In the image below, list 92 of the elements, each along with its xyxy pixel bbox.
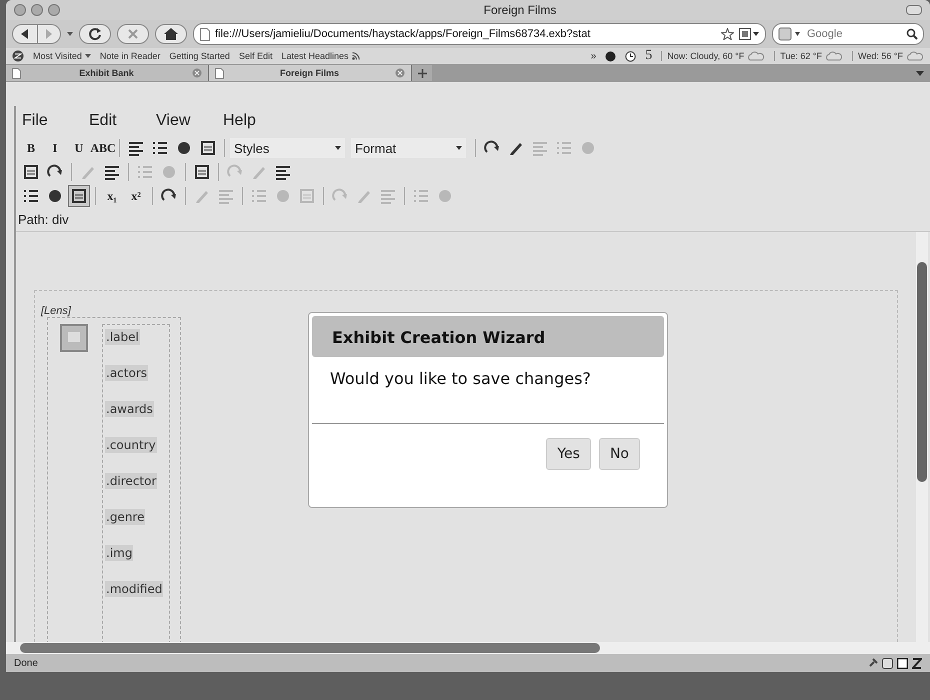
- window-control-button[interactable]: [14, 4, 26, 16]
- cloud-icon: [825, 51, 844, 61]
- feed-box-icon[interactable]: [739, 28, 759, 40]
- window-control-button[interactable]: [48, 4, 60, 16]
- dialog-button[interactable]: Yes: [546, 438, 591, 470]
- plus-icon[interactable]: [418, 68, 426, 78]
- page-icon: [12, 68, 21, 78]
- format-button[interactable]: x₁: [101, 185, 123, 207]
- bookmark-link[interactable]: Note in Reader: [100, 51, 160, 61]
- field-tag[interactable]: .genre: [105, 509, 146, 525]
- circle-icon[interactable]: [176, 140, 192, 156]
- menu-item[interactable]: View: [156, 112, 223, 130]
- overflow-chevron[interactable]: »: [590, 50, 596, 62]
- field-tag[interactable]: .country: [105, 437, 157, 453]
- address-field[interactable]: file:///Users/jamieliu/Documents/haystack/apps/Foreign_Films68734.exb?stat: [193, 23, 766, 45]
- square-icon[interactable]: [71, 188, 87, 204]
- dialog-message: Would you like to save changes?: [312, 357, 664, 424]
- lines-icon[interactable]: [128, 140, 144, 156]
- menu-item[interactable]: File: [22, 112, 89, 130]
- clock-icon[interactable]: [625, 50, 636, 62]
- browser-tab[interactable]: Exhibit Bank: [6, 65, 209, 81]
- page-icon: [200, 28, 210, 40]
- format-button[interactable]: B: [20, 137, 42, 159]
- toolbar-toggle-button[interactable]: [906, 5, 922, 15]
- page-icon: [215, 68, 224, 78]
- field-tag[interactable]: .actors: [105, 365, 148, 381]
- circle-icon[interactable]: [47, 188, 63, 204]
- caret-icon: [335, 146, 341, 150]
- format-button[interactable]: ABC: [92, 137, 114, 159]
- cloud-icon: [906, 51, 924, 61]
- element-path: Path: div: [17, 211, 70, 229]
- dialog-title: Exhibit Creation Wizard: [312, 316, 664, 357]
- left-triangle-icon[interactable]: [19, 28, 31, 40]
- search-bar[interactable]: Google: [772, 23, 924, 45]
- reload-button[interactable]: [79, 24, 111, 44]
- caret-icon: [84, 54, 91, 58]
- bookmark-link[interactable]: Latest Headlines: [281, 51, 360, 61]
- caret-icon[interactable]: [916, 70, 924, 76]
- pencil-icon[interactable]: [508, 140, 524, 156]
- stop-button[interactable]: [117, 24, 149, 44]
- cloud-icon: [747, 51, 766, 61]
- square-icon[interactable]: [194, 164, 210, 180]
- search-engine-icon[interactable]: [778, 27, 802, 41]
- reload-icon[interactable]: [88, 27, 102, 41]
- lines-icon[interactable]: [275, 164, 291, 180]
- weather-text[interactable]: Tue: 62 °F: [780, 51, 822, 61]
- caret-icon: [67, 32, 73, 36]
- list-icon[interactable]: [152, 140, 168, 156]
- window-control-button[interactable]: [31, 4, 43, 16]
- square-icon[interactable]: [23, 164, 39, 180]
- horizontal-scrollbar[interactable]: [6, 642, 930, 654]
- format-button[interactable]: U: [68, 137, 90, 159]
- search-field[interactable]: Google: [805, 27, 903, 41]
- window-icon[interactable]: [882, 658, 893, 668]
- field-tag[interactable]: .modified: [105, 581, 164, 597]
- search-icon[interactable]: [906, 28, 918, 40]
- close-icon[interactable]: [395, 68, 405, 78]
- field-tag[interactable]: .awards: [105, 401, 154, 417]
- weather-text[interactable]: Wed: 56 °F: [858, 51, 903, 61]
- new-tab-button[interactable]: [412, 65, 432, 81]
- star-icon[interactable]: [721, 28, 734, 40]
- circle-logo-icon: [12, 50, 24, 62]
- bookmark-link[interactable]: Self Edit: [238, 51, 272, 61]
- format-button[interactable]: x²: [125, 185, 147, 207]
- home-button[interactable]: [155, 24, 187, 44]
- feed-icon: [352, 52, 360, 60]
- back-button[interactable]: [12, 24, 38, 44]
- window-title: Foreign Films: [482, 3, 558, 17]
- weather-text[interactable]: Now: Cloudy, 60 °F: [667, 51, 744, 61]
- field-tag[interactable]: .img: [105, 545, 134, 561]
- lens-title: [Lens]: [41, 305, 72, 317]
- square-icon[interactable]: [200, 140, 216, 156]
- vertical-scrollbar[interactable]: [916, 232, 928, 642]
- status-text: Done: [14, 658, 38, 668]
- browser-tab[interactable]: Foreign Films: [209, 65, 412, 81]
- lines-icon[interactable]: [104, 164, 120, 180]
- menu-item[interactable]: Help: [223, 112, 290, 130]
- menu-item[interactable]: Edit: [89, 112, 156, 130]
- bookmark-link[interactable]: Most Visited: [33, 51, 91, 61]
- field-tag[interactable]: .label: [105, 329, 140, 345]
- format-button[interactable]: I: [44, 137, 66, 159]
- format-dropdown[interactable]: Styles: [230, 138, 345, 158]
- forecast-count: 5: [645, 48, 652, 64]
- close-icon[interactable]: [192, 68, 202, 78]
- list-icon[interactable]: [23, 188, 39, 204]
- caret-icon: [456, 146, 462, 150]
- image-placeholder-icon: [60, 324, 88, 352]
- house-icon[interactable]: [164, 28, 178, 40]
- field-tag[interactable]: .director: [105, 473, 158, 489]
- dialog-button[interactable]: No: [598, 438, 640, 470]
- format-dropdown[interactable]: Format: [351, 138, 466, 158]
- bookmark-link[interactable]: Getting Started: [169, 51, 230, 61]
